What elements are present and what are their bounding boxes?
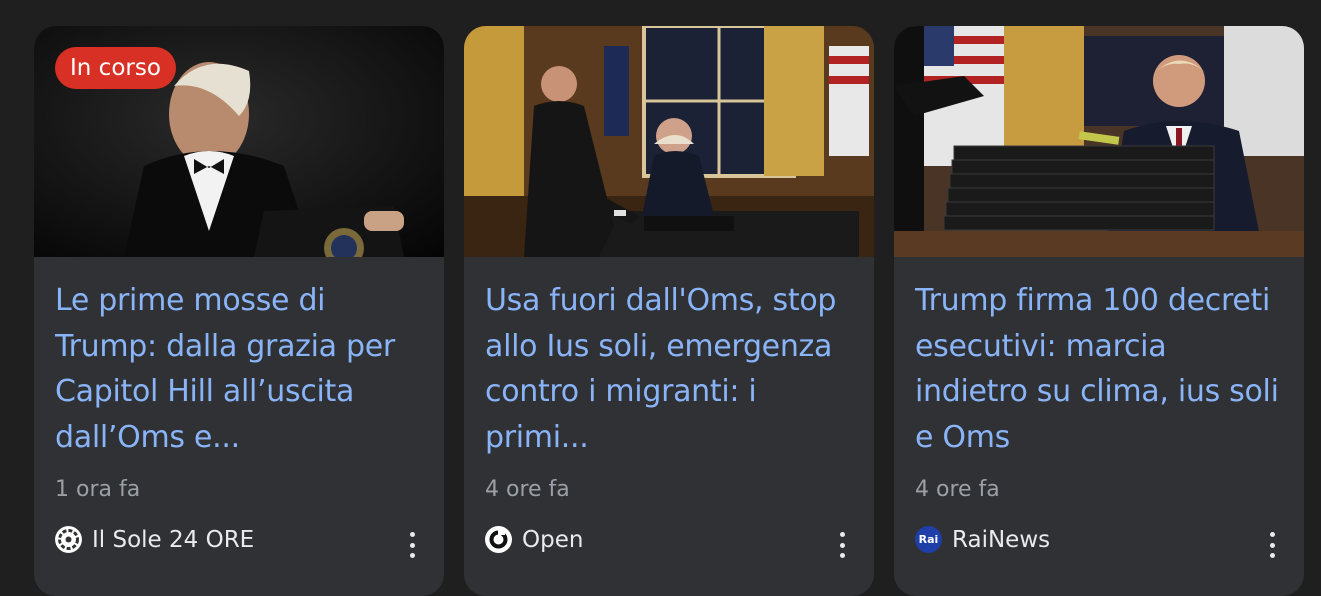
more-vert-icon[interactable] — [830, 532, 854, 558]
news-card[interactable]: Trump firma 100 decreti esecutivi: marci… — [894, 26, 1304, 596]
published-time: 1 ora fa — [55, 477, 141, 502]
published-time: 4 ore fa — [485, 477, 570, 502]
news-carousel: In corso Le prime mosse di Trump: dalla … — [0, 0, 1321, 596]
news-source: Open — [485, 526, 583, 553]
news-card[interactable]: Usa fuori dall'Oms, stop allo Ius soli, … — [464, 26, 874, 596]
trump-desk-image — [894, 26, 1304, 257]
source-name: RaiNews — [952, 526, 1051, 553]
il-sole-24-ore-logo — [55, 526, 82, 553]
news-thumbnail — [464, 26, 874, 257]
live-badge: In corso — [55, 47, 176, 89]
news-source: Rai RaiNews — [915, 526, 1050, 553]
more-vert-icon[interactable] — [1260, 532, 1284, 558]
more-vert-icon[interactable] — [400, 532, 424, 558]
source-name: Open — [522, 526, 584, 553]
news-headline[interactable]: Le prime mosse di Trump: dalla grazia pe… — [55, 278, 427, 460]
news-headline[interactable]: Trump firma 100 decreti esecutivi: marci… — [915, 278, 1287, 460]
rainews-logo: Rai — [915, 526, 942, 553]
news-thumbnail: In corso — [34, 26, 444, 257]
open-logo — [485, 526, 512, 553]
news-source: Il Sole 24 ORE — [55, 526, 254, 553]
published-time: 4 ore fa — [915, 477, 1000, 502]
oval-office-image — [464, 26, 874, 257]
news-headline[interactable]: Usa fuori dall'Oms, stop allo Ius soli, … — [485, 278, 857, 460]
source-name: Il Sole 24 ORE — [92, 526, 255, 553]
folder-stack — [943, 145, 1215, 231]
news-thumbnail — [894, 26, 1304, 257]
news-card[interactable]: In corso Le prime mosse di Trump: dalla … — [34, 26, 444, 596]
